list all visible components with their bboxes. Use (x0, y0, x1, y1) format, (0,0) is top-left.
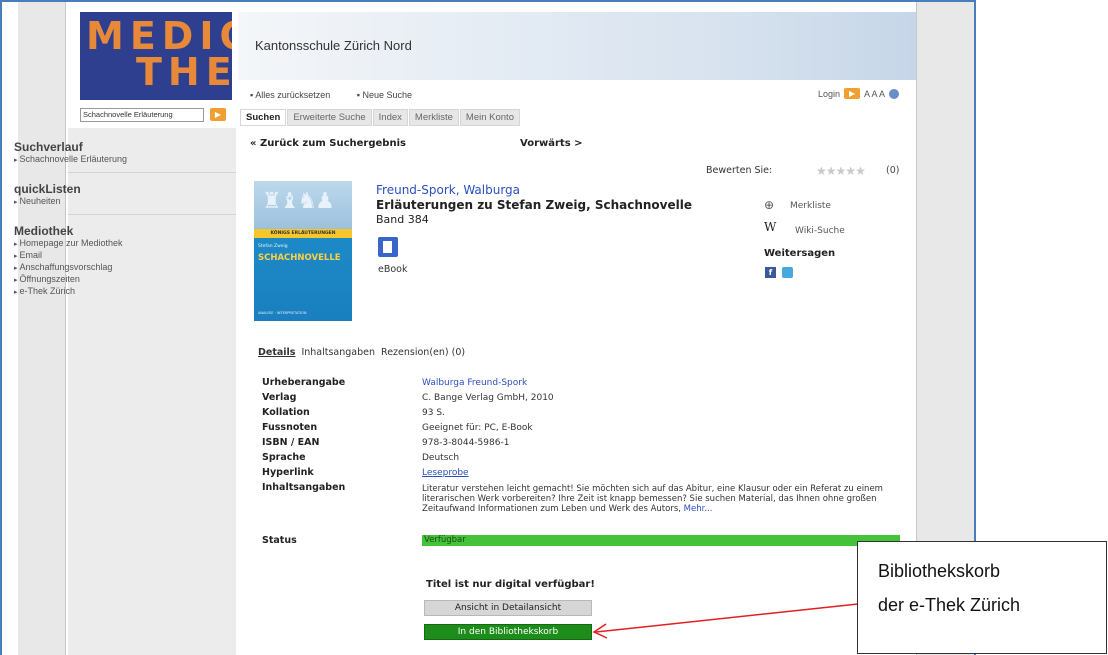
back-to-results-link[interactable]: « Zurück zum Suchergebnis (250, 138, 406, 149)
sidebar (68, 128, 236, 655)
sidebar-section-suchverlauf: Suchverlauf Schachnovelle Erläuterung (14, 140, 127, 166)
sidebar-section-title: Suchverlauf (14, 140, 83, 154)
tab-rezensionen[interactable]: Rezension(en) (0) (381, 347, 465, 358)
star-icon[interactable]: ★ (855, 164, 866, 178)
merkliste-link[interactable]: Merkliste (790, 201, 831, 211)
detail-label: Sprache (262, 452, 306, 463)
sidebar-divider (68, 214, 236, 215)
detail-value: C. Bange Verlag GmbH, 2010 (422, 393, 554, 403)
tab-inhaltsangaben[interactable]: Inhaltsangaben (301, 347, 375, 358)
callout-annotation: Bibliothekskorb der e-Thek Zürich (857, 541, 1107, 654)
callout-line2: der e-Thek Zürich (878, 595, 1021, 615)
sidebar-item-ethek[interactable]: e-Thek Zürich (14, 286, 123, 298)
detail-value: 978-3-8044-5986-1 (422, 438, 510, 448)
frame-top-border (0, 0, 976, 2)
sidebar-section-mediothek: Mediothek Homepage zur Mediothek Email A… (14, 224, 123, 298)
page-gutter-left (18, 2, 66, 655)
forward-link[interactable]: Vorwärts > (520, 138, 583, 149)
detail-label: ISBN / EAN (262, 437, 320, 448)
detail-value: Geeignet für: PC, E-Book (422, 423, 533, 433)
tab-merkliste[interactable]: Merkliste (408, 109, 459, 126)
sidebar-item-anschaffungsvorschlag[interactable]: Anschaffungsvorschlag (14, 262, 123, 274)
ebook-icon (378, 237, 398, 257)
help-icon[interactable] (889, 88, 900, 99)
sidebar-section-quicklisten: quickListen Neuheiten (14, 182, 81, 208)
status-badge: Verfügbar (422, 535, 900, 546)
star-icon[interactable]: ★ (845, 164, 856, 178)
rating-stars[interactable]: ★★★★★ (816, 164, 866, 178)
tab-mein-konto[interactable]: Mein Konto (459, 109, 520, 126)
leseprobe-link[interactable]: Leseprobe (422, 468, 469, 478)
text-size-controls[interactable]: A A A (864, 89, 885, 99)
login-area: Login ▶ A A A (818, 88, 900, 99)
sidebar-section-title: quickListen (14, 182, 81, 196)
book-band: Band 384 (376, 213, 429, 226)
sidebar-divider (68, 172, 236, 173)
detail-label: Inhaltsangaben (262, 482, 346, 493)
star-icon[interactable]: ★ (826, 164, 837, 178)
detail-value: Deutsch (422, 453, 460, 463)
rating-count: (0) (886, 165, 900, 176)
detail-label: Fussnoten (262, 422, 318, 433)
search-go-button[interactable]: ▶ (210, 108, 226, 121)
share-heading: Weitersagen (764, 248, 836, 259)
add-to-list-icon[interactable]: ⊕ (764, 198, 774, 212)
detail-value: 93 S. (422, 408, 445, 418)
detail-view-button[interactable]: Ansicht in Detailansicht (424, 600, 592, 616)
login-link[interactable]: Login (818, 89, 840, 99)
detail-label: Hyperlink (262, 467, 314, 478)
reset-link[interactable]: ▪ Alles zurücksetzen (250, 90, 342, 100)
sidebar-item-oeffnungszeiten[interactable]: Öffnungszeiten (14, 274, 123, 286)
book-cover[interactable]: ♜♝♞♟ KÖNIGS ERLÄUTERUNGEN Stefan Zweig S… (254, 181, 352, 321)
tab-details[interactable]: Details (258, 347, 295, 358)
callout-line1: Bibliothekskorb (878, 561, 1001, 581)
tab-erweiterte-suche[interactable]: Erweiterte Suche (287, 109, 372, 126)
rating-label: Bewerten Sie: (706, 165, 773, 176)
logo-text-line2: THEK (136, 50, 232, 94)
detail-label: Verlag (262, 392, 297, 403)
star-icon[interactable]: ★ (816, 164, 827, 178)
more-link[interactable]: Mehr... (684, 504, 713, 514)
chess-pieces-icon: ♜♝♞♟ (262, 189, 335, 214)
media-type-label: eBook (378, 264, 408, 275)
sidebar-item-neuheiten[interactable]: Neuheiten (14, 196, 81, 208)
book-title: Erläuterungen zu Stefan Zweig, Schachnov… (376, 198, 692, 212)
sidebar-item-homepage[interactable]: Homepage zur Mediothek (14, 238, 122, 250)
cover-author: Stefan Zweig (258, 244, 288, 249)
wikipedia-icon[interactable]: W (764, 220, 776, 234)
detail-label: Kollation (262, 407, 310, 418)
mediothek-logo[interactable]: MEDIO THEK (80, 12, 232, 100)
sidebar-item-email[interactable]: Email (14, 250, 123, 262)
new-search-link[interactable]: ▪ Neue Suche (357, 90, 424, 100)
login-arrow-icon[interactable]: ▶ (844, 88, 861, 99)
tab-suchen[interactable]: Suchen (240, 109, 287, 126)
school-name: Kantonsschule Zürich Nord (255, 38, 412, 53)
sidebar-item-suchverlauf[interactable]: Schachnovelle Erläuterung (14, 154, 127, 166)
top-links: ▪ Alles zurücksetzen ▪ Neue Suche (250, 90, 436, 100)
add-to-basket-button[interactable]: In den Bibliothekskorb (424, 624, 592, 640)
main-tabs: Suchen Erweiterte Suche Index Merkliste … (240, 109, 521, 126)
cover-footer: ANALYSE · INTERPRETATION (258, 311, 307, 315)
abstract-text: Literatur verstehen leicht gemacht! Sie … (422, 484, 883, 514)
cover-series-band: KÖNIGS ERLÄUTERUNGEN (254, 229, 352, 238)
detail-tabs: Details Inhaltsangaben Rezension(en) (0) (258, 347, 471, 358)
digital-only-note: Titel ist nur digital verfügbar! (426, 579, 595, 590)
urheber-link[interactable]: Walburga Freund-Spork (422, 378, 527, 388)
detail-label: Status (262, 535, 297, 546)
twitter-icon[interactable] (782, 267, 793, 278)
facebook-icon[interactable]: f (765, 267, 776, 278)
callout-arrow-icon (592, 603, 859, 639)
sidebar-section-title: Mediothek (14, 224, 74, 238)
star-icon[interactable]: ★ (836, 164, 847, 178)
book-author-link[interactable]: Freund-Spork, Walburga (376, 183, 520, 197)
wiki-search-link[interactable]: Wiki-Suche (795, 226, 845, 236)
detail-label: Urheberangabe (262, 377, 346, 388)
tab-index[interactable]: Index (372, 109, 408, 126)
cover-title: SCHACHNOVELLE (258, 253, 341, 263)
quick-search-input[interactable]: Schachnovelle Erläuterung (80, 108, 204, 122)
